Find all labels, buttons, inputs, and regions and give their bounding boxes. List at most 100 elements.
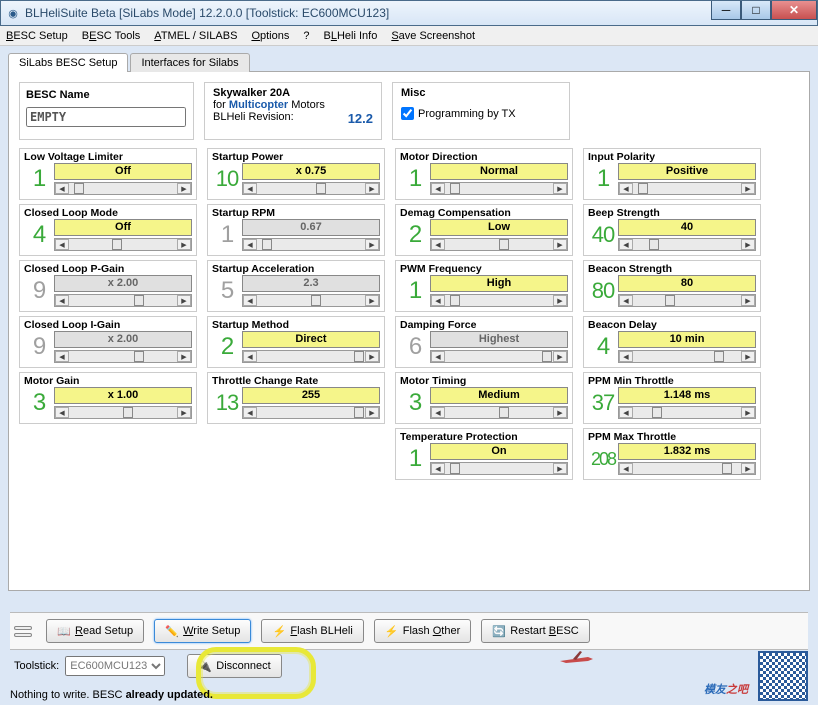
disconnect-button[interactable]: 🔌Disconnect — [187, 654, 281, 678]
param-slider[interactable]: ◀▶ — [618, 182, 756, 195]
param-slider[interactable]: ◀▶ — [242, 182, 380, 195]
param-slider[interactable]: ◀▶ — [618, 406, 756, 419]
menu-help[interactable]: ? — [303, 30, 309, 42]
param-label: Motor Gain — [24, 375, 192, 387]
arrow-right-icon[interactable]: ▶ — [365, 295, 379, 306]
arrow-left-icon[interactable]: ◀ — [431, 463, 445, 474]
arrow-left-icon[interactable]: ◀ — [619, 463, 633, 474]
arrow-right-icon[interactable]: ▶ — [553, 351, 567, 362]
arrow-right-icon[interactable]: ▶ — [553, 295, 567, 306]
arrow-left-icon[interactable]: ◀ — [431, 351, 445, 362]
arrow-right-icon[interactable]: ▶ — [365, 407, 379, 418]
param-slider[interactable]: ◀▶ — [618, 238, 756, 251]
param-number: 1 — [400, 445, 430, 473]
tab-interfaces[interactable]: Interfaces for Silabs — [130, 53, 249, 72]
param-slider[interactable]: ◀▶ — [242, 238, 380, 251]
arrow-right-icon[interactable]: ▶ — [177, 295, 191, 306]
param-slider[interactable]: ◀▶ — [54, 294, 192, 307]
arrow-right-icon[interactable]: ▶ — [177, 351, 191, 362]
arrow-right-icon[interactable]: ▶ — [553, 183, 567, 194]
prog-tx-checkbox[interactable] — [401, 107, 414, 120]
arrow-left-icon[interactable]: ◀ — [243, 183, 257, 194]
menu-options[interactable]: Options — [251, 30, 289, 42]
arrow-left-icon[interactable]: ◀ — [243, 351, 257, 362]
arrow-right-icon[interactable]: ▶ — [365, 351, 379, 362]
arrow-left-icon[interactable]: ◀ — [431, 295, 445, 306]
param-slider[interactable]: ◀▶ — [618, 294, 756, 307]
arrow-left-icon[interactable]: ◀ — [243, 239, 257, 250]
arrow-left-icon[interactable]: ◀ — [55, 351, 69, 362]
param-number: 5 — [212, 277, 242, 305]
besc-name-input[interactable] — [26, 107, 186, 127]
arrow-right-icon[interactable]: ▶ — [553, 463, 567, 474]
menu-atmel-silabs[interactable]: ATMEL / SILABS — [154, 30, 237, 42]
arrow-left-icon[interactable]: ◀ — [243, 295, 257, 306]
arrow-right-icon[interactable]: ▶ — [365, 183, 379, 194]
arrow-right-icon[interactable]: ▶ — [741, 351, 755, 362]
read-setup-button[interactable]: 📖Read Setup — [46, 619, 144, 643]
maximize-button[interactable]: □ — [741, 1, 771, 20]
arrow-right-icon[interactable]: ▶ — [741, 239, 755, 250]
arrow-right-icon[interactable]: ▶ — [741, 407, 755, 418]
motor-type: Multicopter — [229, 99, 288, 111]
arrow-left-icon[interactable]: ◀ — [55, 407, 69, 418]
param-pf: PWM Frequency1High◀▶ — [395, 260, 573, 312]
flash-blheli-button[interactable]: ⚡Flash BLHeli — [261, 619, 363, 643]
arrow-left-icon[interactable]: ◀ — [431, 183, 445, 194]
param-value: 10 min — [618, 331, 756, 348]
tab-silabs-setup[interactable]: SiLabs BESC Setup — [8, 53, 128, 72]
param-slider[interactable]: ◀▶ — [430, 238, 568, 251]
arrow-right-icon[interactable]: ▶ — [177, 407, 191, 418]
arrow-right-icon[interactable]: ▶ — [741, 183, 755, 194]
menu-besc-tools[interactable]: BESC Tools — [82, 30, 141, 42]
param-slider[interactable]: ◀▶ — [430, 462, 568, 475]
arrow-left-icon[interactable]: ◀ — [619, 351, 633, 362]
param-slider[interactable]: ◀▶ — [430, 294, 568, 307]
menu-blheli-info[interactable]: BLHeli Info — [323, 30, 377, 42]
param-slider[interactable]: ◀▶ — [242, 294, 380, 307]
param-mg: Motor Gain3x 1.00◀▶ — [19, 372, 197, 424]
param-slider[interactable]: ◀▶ — [618, 462, 756, 475]
write-setup-button[interactable]: ✏️Write Setup — [154, 619, 251, 643]
param-slider[interactable]: ◀▶ — [242, 406, 380, 419]
param-slider[interactable]: ◀▶ — [430, 406, 568, 419]
param-number: 4 — [24, 221, 54, 249]
flash-other-button[interactable]: ⚡Flash Other — [374, 619, 472, 643]
param-slider[interactable]: ◀▶ — [430, 350, 568, 363]
arrow-right-icon[interactable]: ▶ — [553, 239, 567, 250]
flash-icon: ⚡ — [385, 624, 399, 638]
param-slider[interactable]: ◀▶ — [54, 406, 192, 419]
arrow-left-icon[interactable]: ◀ — [619, 407, 633, 418]
plane-icon — [558, 649, 598, 669]
arrow-right-icon[interactable]: ▶ — [741, 463, 755, 474]
arrow-left-icon[interactable]: ◀ — [55, 295, 69, 306]
param-slider[interactable]: ◀▶ — [54, 182, 192, 195]
arrow-left-icon[interactable]: ◀ — [243, 407, 257, 418]
arrow-right-icon[interactable]: ▶ — [177, 239, 191, 250]
restart-besc-button[interactable]: 🔄Restart BESC — [481, 619, 589, 643]
arrow-right-icon[interactable]: ▶ — [553, 407, 567, 418]
arrow-right-icon[interactable]: ▶ — [365, 239, 379, 250]
arrow-left-icon[interactable]: ◀ — [55, 183, 69, 194]
param-slider[interactable]: ◀▶ — [618, 350, 756, 363]
arrow-left-icon[interactable]: ◀ — [55, 239, 69, 250]
menu-save-screenshot[interactable]: Save Screenshot — [391, 30, 475, 42]
param-slider[interactable]: ◀▶ — [242, 350, 380, 363]
arrow-left-icon[interactable]: ◀ — [619, 295, 633, 306]
arrow-right-icon[interactable]: ▶ — [177, 183, 191, 194]
param-number: 1 — [212, 221, 242, 249]
menu-icon[interactable] — [14, 626, 32, 637]
arrow-left-icon[interactable]: ◀ — [619, 239, 633, 250]
arrow-right-icon[interactable]: ▶ — [741, 295, 755, 306]
minimize-button[interactable]: ─ — [711, 1, 741, 20]
param-slider[interactable]: ◀▶ — [54, 350, 192, 363]
close-button[interactable]: ✕ — [771, 1, 817, 20]
param-slider[interactable]: ◀▶ — [54, 238, 192, 251]
arrow-left-icon[interactable]: ◀ — [619, 183, 633, 194]
toolstick-select[interactable]: EC600MCU123 — [65, 656, 165, 676]
param-sa: Startup Acceleration52.3◀▶ — [207, 260, 385, 312]
menu-besc-setup[interactable]: BESC Setup — [6, 30, 68, 42]
arrow-left-icon[interactable]: ◀ — [431, 407, 445, 418]
param-slider[interactable]: ◀▶ — [430, 182, 568, 195]
arrow-left-icon[interactable]: ◀ — [431, 239, 445, 250]
